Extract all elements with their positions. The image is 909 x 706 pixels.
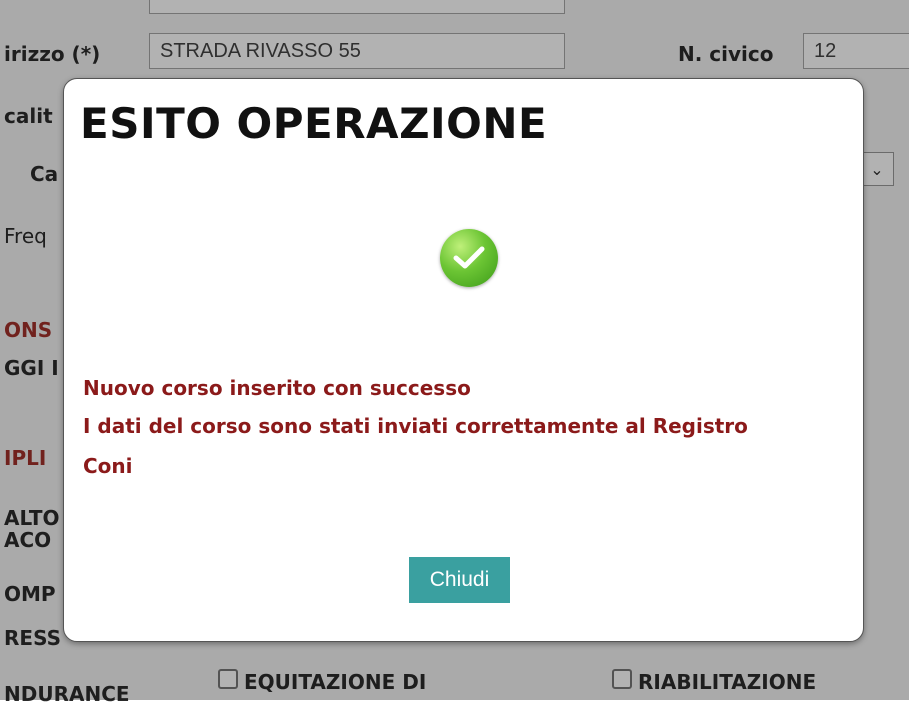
message-line-2: I dati del corso sono stati inviati corr…	[83, 414, 748, 478]
success-check-icon	[440, 229, 498, 287]
close-button[interactable]: Chiudi	[409, 557, 510, 603]
message-line-1: Nuovo corso inserito con successo	[83, 376, 471, 400]
dialog-title: ESITO OPERAZIONE	[80, 99, 548, 148]
result-dialog: ESITO OPERAZIONE Nuovo corso inserito co…	[63, 78, 864, 642]
